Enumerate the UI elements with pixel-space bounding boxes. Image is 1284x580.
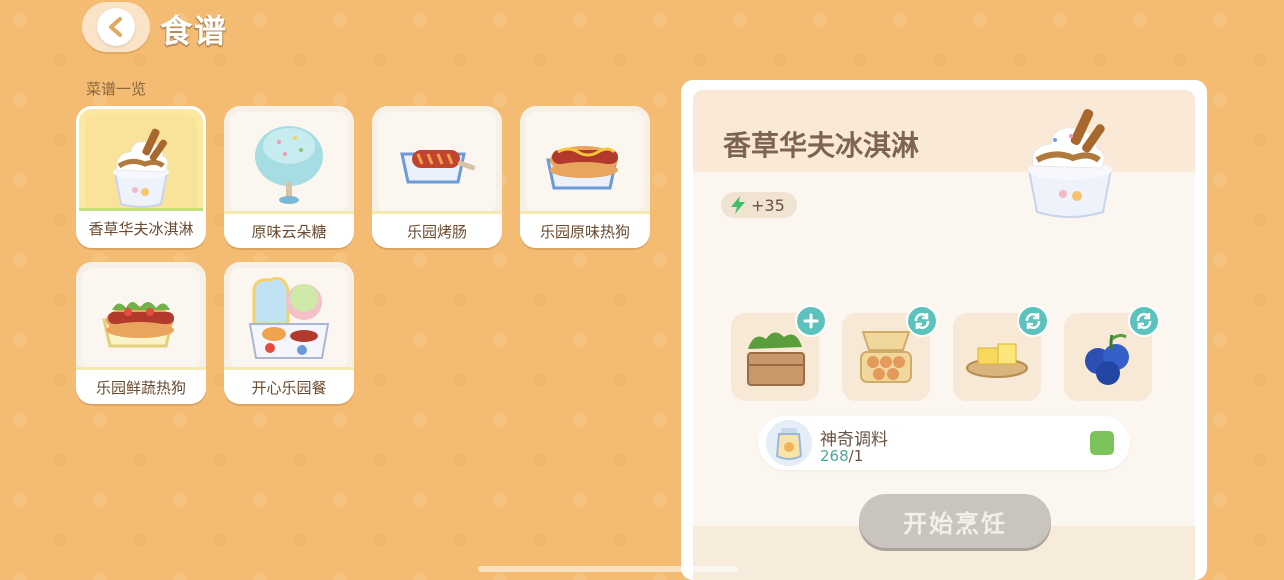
swap-ingredient-button[interactable]: [906, 305, 938, 337]
recipe-card-waffle-ice-cream[interactable]: 香草华夫冰淇淋: [76, 106, 206, 248]
recipe-list-label: 菜谱一览: [86, 80, 147, 98]
recipe-card-cotton-candy[interactable]: 原味云朵糖: [224, 106, 354, 248]
refresh-icon: [1136, 313, 1152, 329]
seasoning-checkbox[interactable]: [1090, 431, 1114, 455]
plus-icon: [803, 313, 819, 329]
ingredient-slot-2[interactable]: [842, 305, 938, 401]
seasoning-owned: 268: [820, 447, 849, 465]
energy-value: +35: [751, 195, 785, 215]
energy-badge: +35: [721, 192, 797, 218]
recipe-name: 原味云朵糖: [224, 211, 354, 248]
ingredient-slot-1[interactable]: [731, 305, 827, 401]
grilled-sausage-icon: [378, 112, 496, 212]
hot-dog-icon: [526, 112, 644, 212]
recipe-card-grilled-sausage[interactable]: 乐园烤肠: [372, 106, 502, 248]
back-button[interactable]: [82, 2, 150, 52]
veggie-hot-dog-icon: [82, 268, 200, 368]
recipe-card-hot-dog[interactable]: 乐园原味热狗: [520, 106, 650, 248]
swap-ingredient-button[interactable]: [1017, 305, 1049, 337]
recipe-name: 香草华夫冰淇淋: [79, 208, 203, 245]
ingredient-slot-3[interactable]: [953, 305, 1049, 401]
start-cooking-button[interactable]: 开始烹饪: [859, 494, 1051, 548]
recipe-name: 乐园原味热狗: [520, 211, 650, 248]
seasoning-jar-icon: [766, 420, 812, 466]
detail-title: 香草华夫冰淇淋: [723, 129, 920, 162]
recipe-name: 乐园鲜蔬热狗: [76, 367, 206, 404]
refresh-icon: [914, 313, 930, 329]
recipe-name: 乐园烤肠: [372, 211, 502, 248]
add-ingredient-button[interactable]: [795, 305, 827, 337]
detail-content: 香草华夫冰淇淋 +35 神奇调料 268/1 开始烹饪: [693, 90, 1195, 580]
page-title: 食谱: [160, 12, 229, 50]
refresh-icon: [1025, 313, 1041, 329]
seasoning-row[interactable]: 神奇调料 268/1: [758, 416, 1130, 470]
recipe-detail-panel: 香草华夫冰淇淋 +35 神奇调料 268/1 开始烹饪: [681, 80, 1207, 580]
waffle-ice-cream-icon: [1015, 100, 1125, 220]
recipe-card-veggie-hot-dog[interactable]: 乐园鲜蔬热狗: [76, 262, 206, 404]
cotton-candy-icon: [230, 112, 348, 212]
recipe-card-happy-meal[interactable]: 开心乐园餐: [224, 262, 354, 404]
lightning-icon: [731, 196, 745, 214]
back-arrow-icon: [97, 8, 135, 46]
home-indicator: [478, 566, 738, 572]
ingredient-slot-4[interactable]: [1064, 305, 1160, 401]
happy-meal-icon: [230, 268, 348, 368]
waffle-ice-cream-icon: [85, 115, 197, 215]
swap-ingredient-button[interactable]: [1128, 305, 1160, 337]
seasoning-required: /1: [848, 447, 864, 465]
seasoning-count: 268/1: [820, 447, 863, 465]
recipe-name: 开心乐园餐: [224, 367, 354, 404]
